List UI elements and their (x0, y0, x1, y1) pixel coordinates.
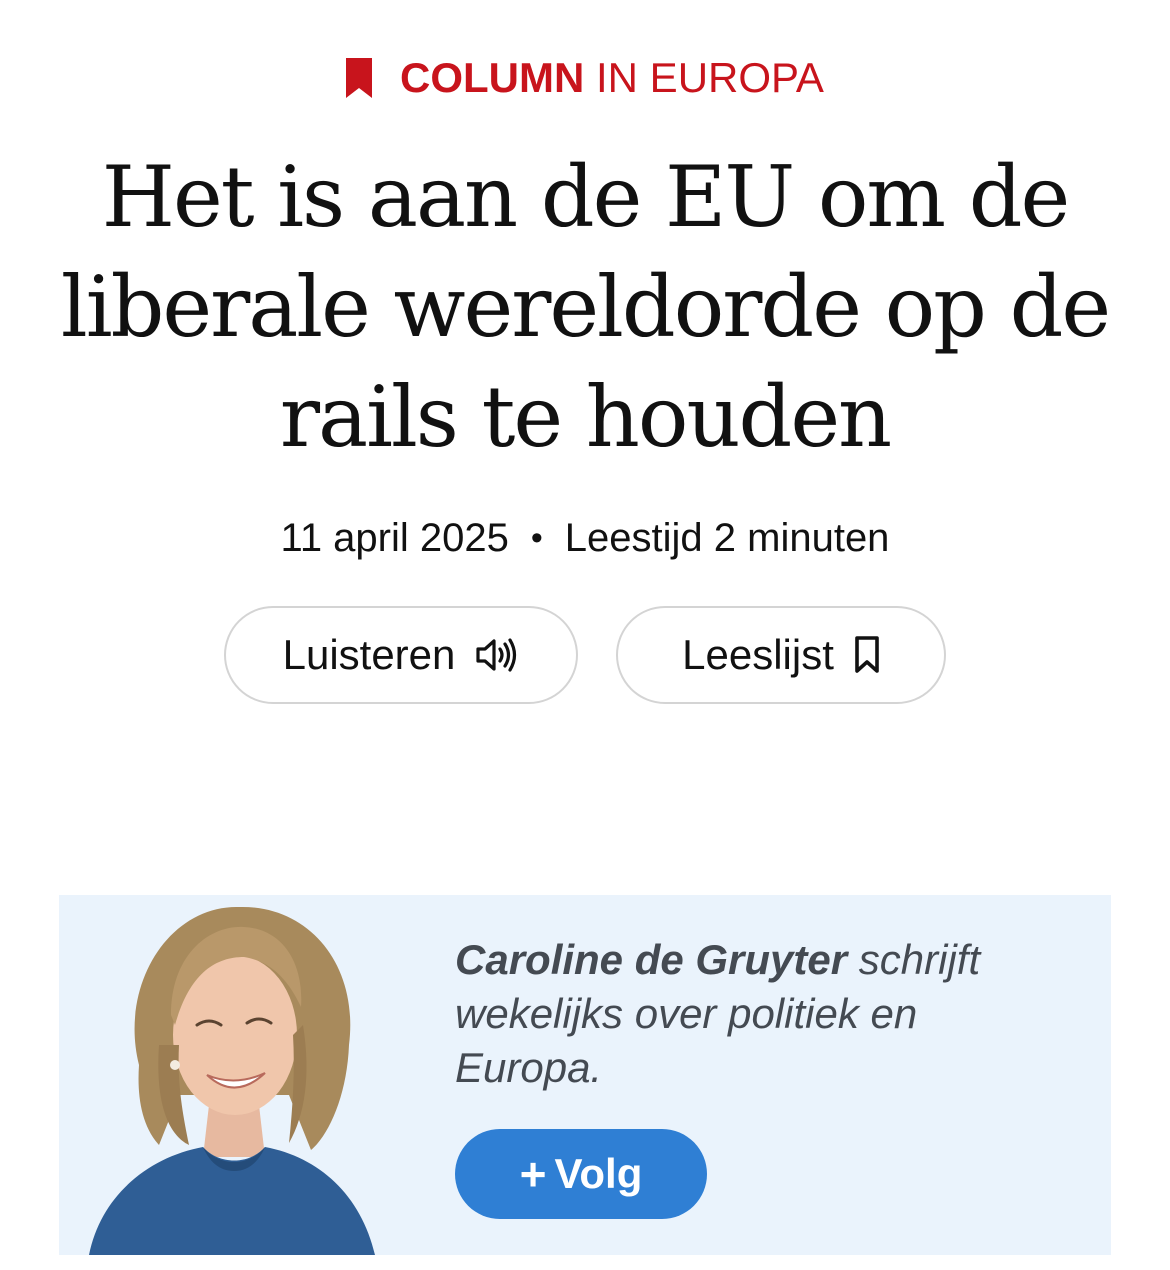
author-photo[interactable] (79, 895, 379, 1255)
article-meta: 11 april 2025 • Leestijd 2 minuten (0, 512, 1170, 564)
speaker-icon (476, 638, 517, 672)
author-box: Caroline de Gruyter schrijft wekelijks o… (59, 895, 1111, 1255)
follow-button[interactable]: + Volg (455, 1129, 707, 1219)
bookmark-icon (855, 636, 879, 673)
readlist-button[interactable]: Leeslijst (616, 606, 946, 704)
publish-date: 11 april 2025 (280, 516, 509, 560)
kicker-label: COLUMN IN EUROPA (400, 52, 824, 104)
reading-time: Leestijd 2 minuten (564, 516, 890, 560)
column-kicker[interactable]: COLUMN IN EUROPA (0, 52, 1170, 104)
kicker-section: IN EUROPA (596, 54, 824, 101)
readlist-label: Leeslijst (682, 631, 834, 678)
plus-icon: + (519, 1148, 547, 1200)
listen-button[interactable]: Luisteren (224, 606, 578, 704)
kicker-column: COLUMN (400, 54, 585, 101)
author-bio: Caroline de Gruyter schrijft wekelijks o… (455, 933, 1055, 1095)
bookmark-icon (346, 58, 373, 98)
article-title: Het is aan de EU om de liberale wereldor… (60, 148, 1111, 466)
follow-label: Volg (554, 1150, 643, 1197)
article-actions: Luisteren Leeslijst (0, 606, 1170, 704)
meta-separator: • (530, 519, 543, 557)
listen-label: Luisteren (282, 631, 456, 678)
author-name[interactable]: Caroline de Gruyter (455, 936, 847, 983)
